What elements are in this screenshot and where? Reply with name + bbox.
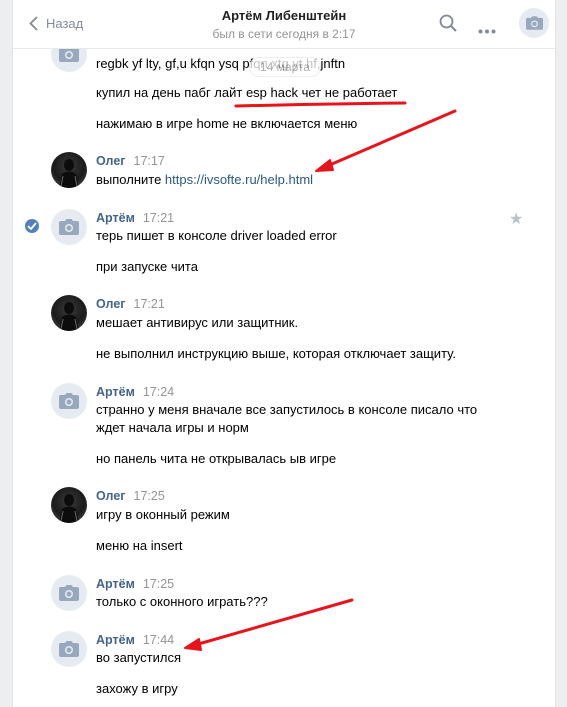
avatar[interactable] xyxy=(51,575,87,611)
chat-title[interactable]: Артём Либенштейн xyxy=(13,8,555,23)
message-author[interactable]: Артём 17:21 xyxy=(96,211,174,225)
author-name[interactable]: Олег xyxy=(96,297,126,311)
message-text: странно у меня вначале все запустилось в… xyxy=(96,402,478,417)
avatar[interactable] xyxy=(51,631,87,667)
message-text: купил на день пабг лайт esp hack чет не … xyxy=(96,85,398,100)
online-status: был в сети сегодня в 2:17 xyxy=(212,27,356,41)
author-name[interactable]: Олег xyxy=(96,154,126,168)
camera-icon xyxy=(59,585,79,601)
help-link[interactable]: https://ivsofte.ru/help.html xyxy=(165,172,313,187)
message-text: нажимаю в игре home не включается меню xyxy=(96,116,358,131)
message-author[interactable]: Артём 17:25 xyxy=(96,577,174,591)
camera-icon xyxy=(59,641,79,657)
message-text: но панель чита не открывалась ыв игре xyxy=(96,451,337,466)
user-photo-icon xyxy=(59,494,79,523)
avatar[interactable] xyxy=(51,487,87,523)
camera-icon xyxy=(59,393,79,409)
author-name[interactable]: Артём xyxy=(96,211,135,225)
message-author[interactable]: Олег 17:21 xyxy=(96,297,165,311)
message-author[interactable]: Артём 17:24 xyxy=(96,385,174,399)
author-name[interactable]: Артём xyxy=(96,577,135,591)
camera-icon xyxy=(59,219,79,235)
chat-panel: regbk yf lty, gf,u kfqn ysq pfqn xtg yt … xyxy=(12,0,556,707)
message-text: выполните https://ivsofte.ru/help.html xyxy=(96,172,313,187)
author-name[interactable]: Артём xyxy=(96,633,135,647)
chat-header: Назад Артём Либенштейн был в сети сегодн… xyxy=(13,0,555,49)
more-button[interactable] xyxy=(478,21,496,39)
message-author[interactable]: Артём 17:44 xyxy=(96,633,174,647)
search-icon xyxy=(439,14,457,32)
message-time: 17:24 xyxy=(142,385,175,399)
author-name[interactable]: Артём xyxy=(96,385,135,399)
user-photo-icon xyxy=(59,159,79,188)
message-time: 17:25 xyxy=(142,577,175,591)
message-prefix: выполните xyxy=(96,172,165,187)
more-icon xyxy=(478,29,496,34)
message-text: во запустился xyxy=(96,650,182,665)
message-time: 17:21 xyxy=(133,297,165,311)
avatar[interactable] xyxy=(51,383,87,419)
message-time: 17:21 xyxy=(142,211,175,225)
message-text: при запуске чита xyxy=(96,259,198,274)
user-photo-icon xyxy=(59,302,79,331)
avatar[interactable] xyxy=(51,152,87,188)
star-icon[interactable]: ★ xyxy=(509,209,523,229)
camera-icon xyxy=(525,16,543,30)
message-time: 17:25 xyxy=(133,489,165,503)
date-separator: 14 марта xyxy=(249,57,322,77)
search-button[interactable] xyxy=(439,14,457,37)
message-text: меню на insert xyxy=(96,538,183,553)
avatar[interactable] xyxy=(51,295,87,331)
message-text: игру в оконный режим xyxy=(96,507,230,522)
check-icon[interactable] xyxy=(25,219,39,233)
author-name[interactable]: Олег xyxy=(96,489,126,503)
message-text: терь пишет в консоле driver loaded error xyxy=(96,228,337,243)
message-text: захожу в игру xyxy=(96,681,178,696)
message-history: regbk yf lty, gf,u kfqn ysq pfqn xtg yt … xyxy=(13,0,555,707)
header-avatar[interactable] xyxy=(519,8,549,38)
message-text: не выполнил инструкцию выше, которая отк… xyxy=(96,346,456,361)
message-text: только с оконного играть??? xyxy=(96,594,268,609)
message-time: 17:44 xyxy=(142,633,175,647)
message-author[interactable]: Олег 17:17 xyxy=(96,154,165,168)
message-time: 17:17 xyxy=(133,154,165,168)
message-text: ждет начала игры и норм xyxy=(96,420,249,435)
message-text: мешает антивирус или защитник. xyxy=(96,315,299,330)
avatar[interactable] xyxy=(51,209,87,245)
message-author[interactable]: Олег 17:25 xyxy=(96,489,165,503)
